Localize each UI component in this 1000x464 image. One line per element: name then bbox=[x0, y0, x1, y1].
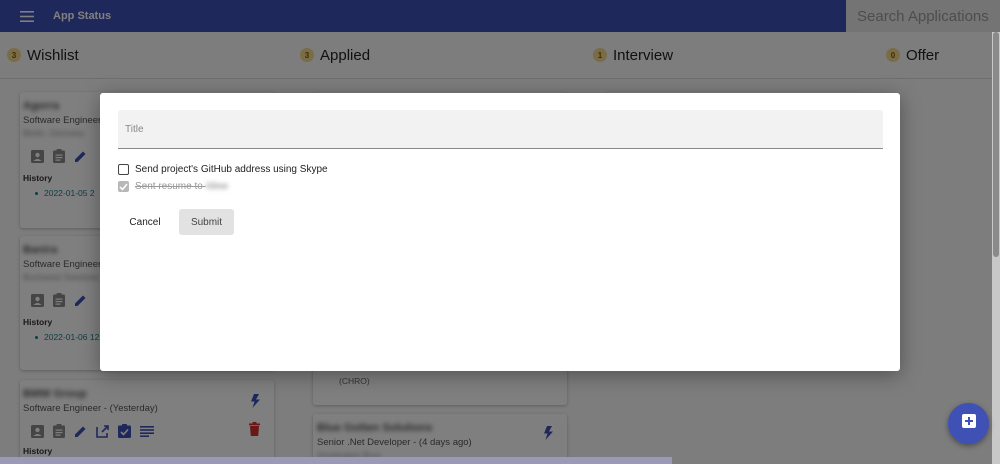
title-field-label: Title bbox=[125, 124, 144, 135]
checkbox-checked[interactable] bbox=[118, 181, 129, 192]
cancel-button[interactable]: Cancel bbox=[118, 209, 172, 235]
add-application-button[interactable] bbox=[948, 403, 989, 444]
title-field[interactable]: Title bbox=[118, 110, 883, 149]
scrollbar-thumb[interactable] bbox=[993, 32, 999, 257]
checkbox[interactable] bbox=[118, 164, 129, 175]
checklist-dialog: Title Send project's GitHub address usin… bbox=[100, 93, 900, 371]
checklist-item-label: Sent resume to Xline bbox=[135, 181, 228, 192]
checklist-item[interactable]: Send project's GitHub address using Skyp… bbox=[118, 164, 328, 175]
add-box-icon bbox=[961, 414, 976, 433]
horizontal-scrollbar[interactable] bbox=[0, 457, 672, 464]
submit-button[interactable]: Submit bbox=[179, 209, 234, 235]
checklist-item-label: Send project's GitHub address using Skyp… bbox=[135, 164, 328, 175]
checklist-item[interactable]: Sent resume to Xline bbox=[118, 181, 228, 192]
